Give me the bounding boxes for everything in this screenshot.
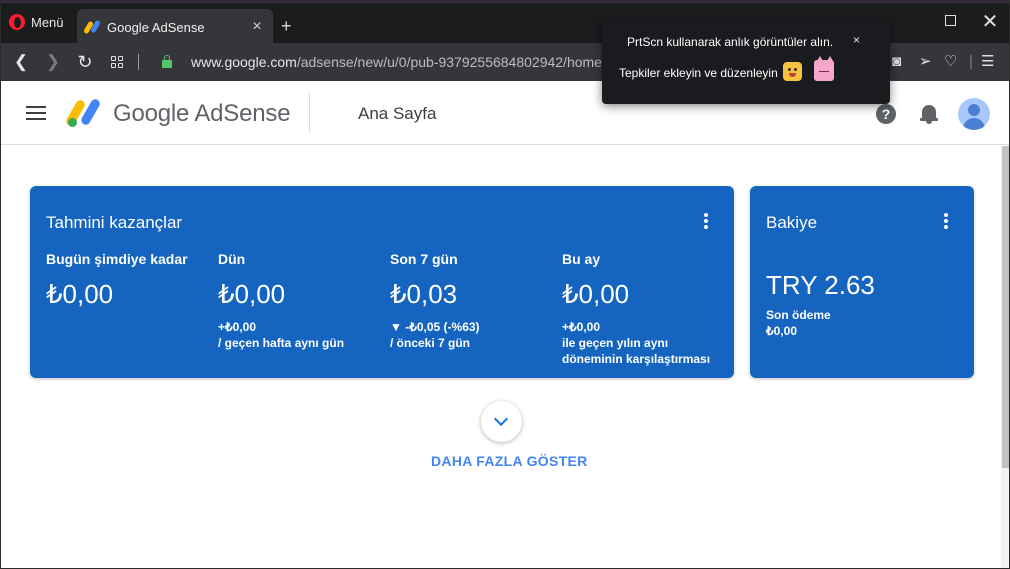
metric-yesterday: Dün ₺0,00 +₺0,00 / geçen hafta aynı gün [218,251,388,351]
metric-label: Bugün şimdiye kadar [46,251,188,267]
opera-menu-label: Menü [31,14,64,30]
metric-today: Bugün şimdiye kadar ₺0,00 [46,251,216,310]
browser-window: Menü Google AdSense × + ✕ ❮ ❯ ↻ www.goog… [0,0,1010,569]
url-host: www.google.com [191,54,297,70]
avatar[interactable] [958,98,990,130]
url-field[interactable]: www.google.com/adsense/new/u/0/pub-93792… [191,54,611,70]
close-window-button[interactable]: ✕ [967,9,1009,34]
metric-delta: ▼ -₺0,05 (-%63) / önceki 7 gün [390,319,560,351]
metric-value: ₺0,00 [46,279,114,309]
popup-close-icon[interactable]: × [853,33,860,47]
metric-delta: +₺0,00 / geçen hafta aynı gün [218,319,388,351]
estimated-earnings-card: Tahmini kazançlar Bugün şimdiye kadar ₺0… [30,186,734,378]
show-more-link[interactable]: DAHA FAZLA GÖSTER [431,453,588,469]
new-tab-icon[interactable]: + [281,17,292,35]
page-scrollbar[interactable] [1001,146,1009,568]
url-path: /adsense/new/u/0/pub-9379255684802942/ho… [296,54,602,70]
metric-label: Son 7 gün [390,251,458,267]
last-payment-value: ₺0,00 [766,324,797,338]
forward-icon[interactable]: ❯ [43,52,63,72]
tab-title: Google AdSense [107,19,205,35]
metric-delta-value: ▼ -₺0,05 (-%63) [390,320,480,334]
adsense-logo-icon[interactable] [64,97,103,129]
metric-last-7-days: Son 7 gün ₺0,03 ▼ -₺0,05 (-%63) / önceki… [390,251,560,351]
speed-dial-icon[interactable] [111,56,123,68]
popup-line-1: PrtScn kullanarak anlık görüntüler alın. [627,35,834,49]
metric-value: ₺0,00 [218,279,286,309]
balance-more-options-icon[interactable] [944,213,948,229]
metric-value: ₺0,03 [390,279,458,309]
send-icon[interactable]: ➢ [919,53,932,71]
popup-line-2: Tepkiler ekleyin ve düzenleyin [619,66,778,80]
last-payment-label: Son ödeme [766,308,831,322]
tab-google-adsense[interactable]: Google AdSense × [77,9,273,45]
hamburger-menu-icon[interactable] [26,106,46,120]
toolbar-separator: | [969,53,973,70]
balance-card-title: Bakiye [766,213,818,232]
lock-icon[interactable] [162,55,172,69]
opera-menu-button[interactable]: Menü [9,14,64,30]
metric-delta-value: +₺0,00 [562,320,600,334]
balance-card: Bakiye TRY 2.63 Son ödeme ₺0,00 [750,186,974,378]
opera-logo-icon [9,14,25,30]
metric-delta-compare: / önceki 7 gün [390,336,471,350]
metric-this-month: Bu ay ₺0,00 +₺0,00 ile geçen yılın aynı … [562,251,722,367]
heart-icon[interactable]: ♡ [944,53,957,71]
expand-chevron-button[interactable] [481,401,522,442]
main-content: Tahmini kazançlar Bugün şimdiye kadar ₺0… [1,146,1009,568]
tab-close-icon[interactable]: × [249,18,265,36]
adsense-logo-text[interactable]: Google AdSense [113,100,291,128]
camera-icon[interactable]: ◙ [892,53,901,71]
smile-emoji-icon [783,62,802,81]
metric-label: Bu ay [562,251,601,267]
header-divider [309,93,310,133]
adsense-favicon-icon [83,19,101,35]
reload-icon[interactable]: ↻ [75,52,95,72]
snapshot-tip-popup: PrtScn kullanarak anlık görüntüler alın.… [602,20,890,104]
close-window-icon: ✕ [981,11,999,33]
metric-delta-compare: / geçen hafta aynı gün [218,336,345,350]
back-icon[interactable]: ❮ [11,52,31,72]
earnings-more-options-icon[interactable] [704,213,708,229]
notifications-bell-icon[interactable] [920,103,938,125]
metric-delta: +₺0,00 ile geçen yılın aynı döneminin ka… [562,319,722,367]
page-title: Ana Sayfa [358,104,437,123]
cat-emoji-icon [814,56,834,81]
balance-value: TRY 2.63 [766,270,875,300]
metric-delta-value: +₺0,00 [218,320,256,334]
metric-value: ₺0,00 [562,279,630,309]
help-icon[interactable]: ? [876,104,896,124]
earnings-card-title: Tahmini kazançlar [46,213,183,232]
maximize-icon [944,15,956,26]
metric-delta-compare: ile geçen yılın aynı döneminin karşılaşt… [562,336,711,366]
scrollbar-thumb[interactable] [1002,146,1009,468]
easy-setup-icon[interactable]: ☰ [981,53,994,71]
metric-label: Dün [218,251,246,267]
address-separator [138,54,139,70]
